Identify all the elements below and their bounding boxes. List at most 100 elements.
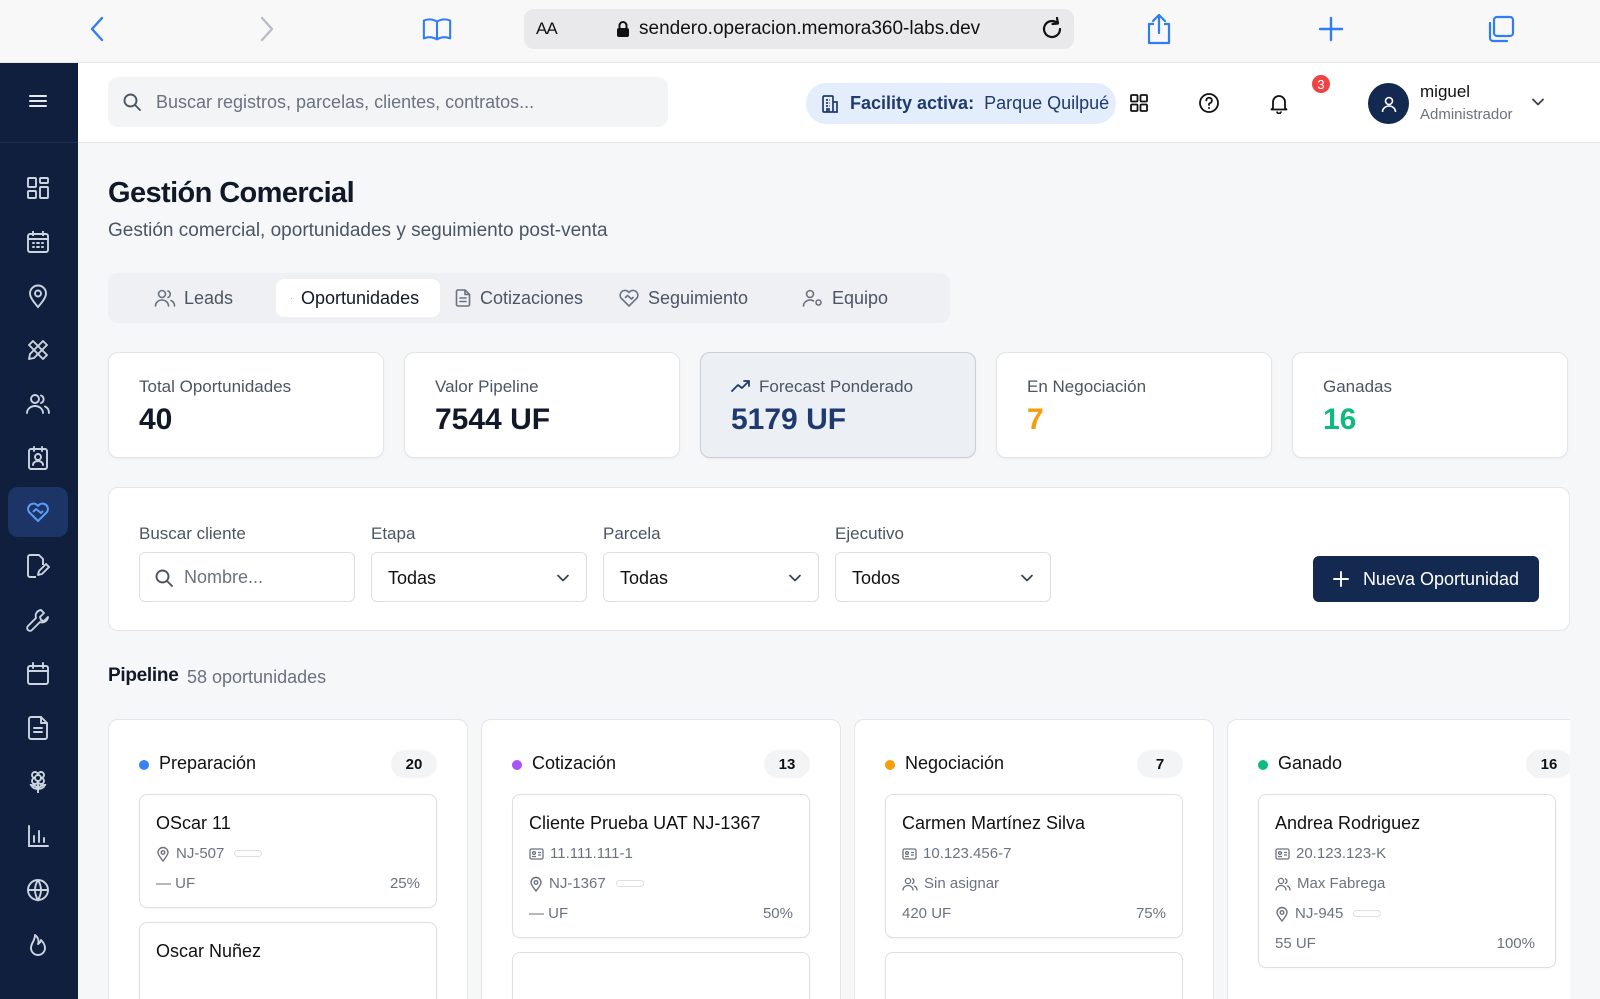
tab-cotizaciones-label: Cotizaciones (480, 287, 584, 308)
sidebar-item-cremation[interactable] (8, 919, 68, 969)
opportunity-card[interactable]: Carmen Martínez Silva 10.123.456-7 Sin a… (885, 794, 1183, 938)
calendar-icon (27, 662, 49, 685)
card-progress-bar (234, 850, 263, 857)
reader-mode-button[interactable]: AA (536, 19, 558, 39)
notifications-bell-icon[interactable] (1266, 90, 1292, 116)
user-role: Administrador (1420, 106, 1513, 123)
user-settings-icon (802, 289, 822, 307)
sidebar-item-maintenance[interactable] (8, 595, 68, 645)
tab-oportunidades-label: Oportunidades (301, 287, 420, 308)
pipeline-column-ganado: Ganado 16 Andrea Rodriguez 20.123.123-K … (1227, 719, 1570, 999)
contact-card-icon (28, 446, 48, 470)
back-icon[interactable] (82, 14, 112, 44)
sidebar-item-contacts[interactable] (8, 433, 68, 483)
opportunity-card[interactable] (512, 952, 810, 999)
section-tabs: Leads · Oportunidades Cotizaciones Segui… (108, 273, 950, 323)
sidebar-item-contracts[interactable] (8, 541, 68, 591)
help-icon[interactable] (1196, 90, 1222, 116)
kpi-forecast-ponderado[interactable]: Forecast Ponderado 5179 UF (700, 352, 976, 458)
stage-color-dot (885, 760, 895, 770)
opportunity-card[interactable] (885, 952, 1183, 999)
column-count: 7 (1137, 750, 1183, 778)
globe-icon (27, 879, 49, 902)
opportunity-card[interactable]: OScar 11 NJ-507 — UF 25% (139, 794, 437, 908)
sidebar-item-locations[interactable] (8, 271, 68, 321)
card-title: Oscar Nuñez (156, 941, 262, 961)
user-avatar[interactable] (1368, 83, 1409, 124)
card-title: OScar 11 (156, 813, 231, 833)
card-title: Andrea Rodriguez (1275, 813, 1421, 833)
chevron-down-icon[interactable] (1530, 94, 1546, 115)
tab-cotizaciones[interactable]: Cotizaciones (454, 279, 604, 317)
sidebar-item-documents[interactable] (8, 703, 68, 753)
tab-leads-label: Leads (184, 287, 234, 308)
address-bar[interactable]: AA sendero.operacion.memora360-labs.dev (524, 9, 1074, 49)
global-search (108, 77, 668, 127)
parcel-filter-label: Parcela (603, 524, 661, 543)
document-icon (455, 289, 471, 307)
sidebar-item-web[interactable] (8, 865, 68, 915)
user-name[interactable]: miguel (1420, 82, 1470, 102)
card-rut: 11.111.111-1 (529, 845, 633, 862)
column-count: 16 (1526, 750, 1570, 778)
column-title: Cotización (532, 753, 617, 773)
pipeline-column-preparacion: Preparación 20 OScar 11 NJ-507 — UF 25% … (108, 719, 468, 999)
opportunity-card[interactable]: Cliente Prueba UAT NJ-1367 11.111.111-1 … (512, 794, 810, 938)
column-count: 20 (391, 750, 437, 778)
page-subtitle: Gestión comercial, oportunidades y segui… (108, 220, 608, 241)
card-rut-text: 10.123.456-7 (923, 845, 1012, 862)
sidebar-item-commercial[interactable] (8, 487, 68, 537)
file-edit-icon (27, 554, 50, 578)
stage-color-dot (139, 760, 149, 770)
tab-oportunidades[interactable]: · Oportunidades (276, 279, 440, 317)
stage-color-dot (512, 760, 522, 770)
column-title: Ganado (1278, 753, 1343, 773)
id-card-icon (529, 847, 544, 860)
card-parcel-text: NJ-945 (1295, 905, 1344, 922)
search-icon (122, 92, 142, 117)
calendar-grid-icon (27, 231, 49, 253)
card-probability: 100% (1496, 935, 1535, 952)
opportunity-card[interactable]: Andrea Rodriguez 20.123.123-K Max Fabreg… (1258, 794, 1556, 968)
tabs-overview-icon[interactable] (1486, 14, 1516, 44)
kpi-value: 16 (1323, 403, 1357, 436)
column-title: Preparación (159, 753, 257, 773)
forward-icon[interactable] (252, 14, 282, 44)
users-icon (26, 394, 50, 414)
card-rut: 20.123.123-K (1275, 845, 1386, 862)
parcel-filter-select[interactable]: Todas (603, 552, 819, 602)
card-assignee: Max Fabrega (1275, 875, 1385, 892)
bookmarks-icon[interactable] (422, 14, 452, 44)
sidebar-item-clients[interactable] (8, 379, 68, 429)
url-text: sendero.operacion.memora360-labs.dev (639, 18, 981, 39)
pipeline-title: Pipeline (108, 665, 179, 686)
new-opportunity-button[interactable]: Nueva Oportunidad (1313, 556, 1539, 602)
executive-filter-select[interactable]: Todos (835, 552, 1051, 602)
dashboard-icon (27, 177, 49, 199)
map-pin-icon (157, 846, 169, 862)
tab-seguimiento[interactable]: Seguimiento (618, 279, 768, 317)
map-pin-icon (29, 284, 47, 309)
sidebar-item-dashboard[interactable] (8, 163, 68, 213)
stage-filter-select[interactable]: Todas (371, 552, 587, 602)
client-search-input[interactable] (184, 553, 344, 601)
sidebar-item-design[interactable] (8, 325, 68, 375)
tab-equipo[interactable]: Equipo (802, 279, 932, 317)
sidebar-item-reports[interactable] (8, 811, 68, 861)
opportunity-card[interactable]: Oscar Nuñez (139, 922, 437, 999)
sidebar-item-calendar[interactable] (8, 217, 68, 267)
tab-seguimiento-label: Seguimiento (648, 287, 749, 308)
sidebar-item-schedule[interactable] (8, 649, 68, 699)
menu-icon[interactable] (26, 91, 50, 116)
new-tab-icon[interactable] (1316, 14, 1346, 44)
kpi-value: 7544 UF (435, 403, 551, 436)
global-search-input[interactable] (156, 77, 656, 127)
tab-active-dot: · (290, 293, 293, 303)
sidebar-item-memorials[interactable] (8, 757, 68, 807)
id-card-icon (1275, 847, 1290, 860)
facility-selector[interactable]: Facility activa: Parque Quilpué (806, 83, 1116, 124)
apps-grid-icon[interactable] (1126, 90, 1152, 116)
share-icon[interactable] (1144, 13, 1174, 45)
tab-leads[interactable]: Leads (126, 279, 276, 317)
reload-icon[interactable] (1038, 15, 1066, 48)
